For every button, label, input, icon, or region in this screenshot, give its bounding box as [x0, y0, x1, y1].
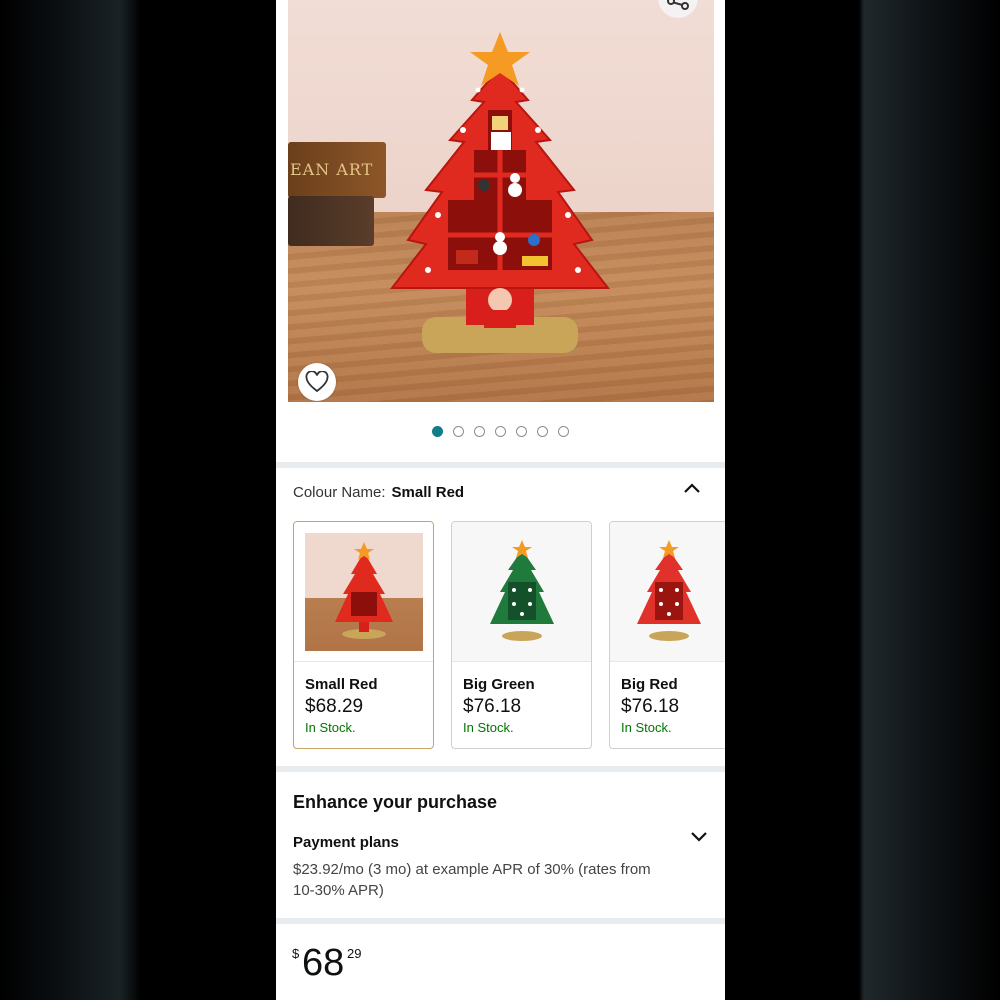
product-page: EAN ART Colour Name: Small Red Small Red…: [276, 0, 725, 1000]
carousel-dot[interactable]: [474, 426, 485, 437]
right-backdrop: [724, 0, 1000, 1000]
enhance-purchase-title: Enhance your purchase: [293, 792, 498, 812]
left-backdrop: [0, 0, 276, 1000]
christmas-tree-illustration: [637, 539, 701, 641]
section-divider: [276, 462, 725, 468]
carousel-dot[interactable]: [432, 426, 443, 437]
carousel-dot[interactable]: [516, 426, 527, 437]
option-stock: In Stock.: [621, 720, 672, 735]
option-name: Small Red: [305, 676, 378, 693]
price-whole: 68: [302, 942, 345, 984]
colour-option-big-green[interactable]: Big Green $76.18 In Stock.: [451, 521, 592, 749]
colour-selected-value: Small Red: [391, 484, 465, 501]
price-fraction: 29: [347, 946, 362, 961]
heart-icon: [305, 371, 329, 393]
colour-label: Colour Name:: [293, 484, 386, 501]
option-price: $68.29: [305, 696, 364, 717]
option-name: Big Green: [463, 676, 535, 693]
colour-option-small-red[interactable]: Small Red $68.29 In Stock.: [293, 521, 434, 749]
christmas-tree-illustration: [489, 539, 554, 641]
price-currency: $: [292, 946, 300, 961]
option-price: $76.18: [621, 696, 680, 717]
colour-selector-header: Colour Name: Small Red: [293, 484, 464, 501]
carousel-dot[interactable]: [453, 426, 464, 437]
share-icon: [667, 0, 689, 10]
product-image[interactable]: EAN ART: [288, 0, 714, 402]
option-stock: In Stock.: [305, 720, 356, 735]
option-image: [452, 522, 591, 662]
wishlist-button[interactable]: [298, 363, 336, 401]
colour-option-big-red[interactable]: Big Red $76.18 In Stock.: [609, 521, 725, 749]
carousel-dot[interactable]: [495, 426, 506, 437]
carousel-dot[interactable]: [558, 426, 569, 437]
chevron-up-icon[interactable]: [682, 481, 702, 495]
option-image: [294, 522, 433, 662]
option-price: $76.18: [463, 696, 522, 717]
christmas-tree-illustration: [334, 541, 393, 639]
christmas-tree-illustration: [389, 32, 611, 353]
image-carousel-dots: [276, 426, 725, 438]
book-spine-text: EAN ART: [290, 160, 374, 179]
option-stock: In Stock.: [463, 720, 514, 735]
option-image: [610, 522, 725, 662]
carousel-dot[interactable]: [537, 426, 548, 437]
section-divider: [276, 918, 725, 924]
payment-plans-title[interactable]: Payment plans: [293, 834, 399, 851]
chevron-down-icon[interactable]: [689, 830, 709, 844]
section-divider: [276, 766, 725, 772]
payment-plans-text: $23.92/mo (3 mo) at example APR of 30% (…: [293, 861, 651, 899]
book: [288, 196, 374, 246]
option-name: Big Red: [621, 676, 678, 693]
